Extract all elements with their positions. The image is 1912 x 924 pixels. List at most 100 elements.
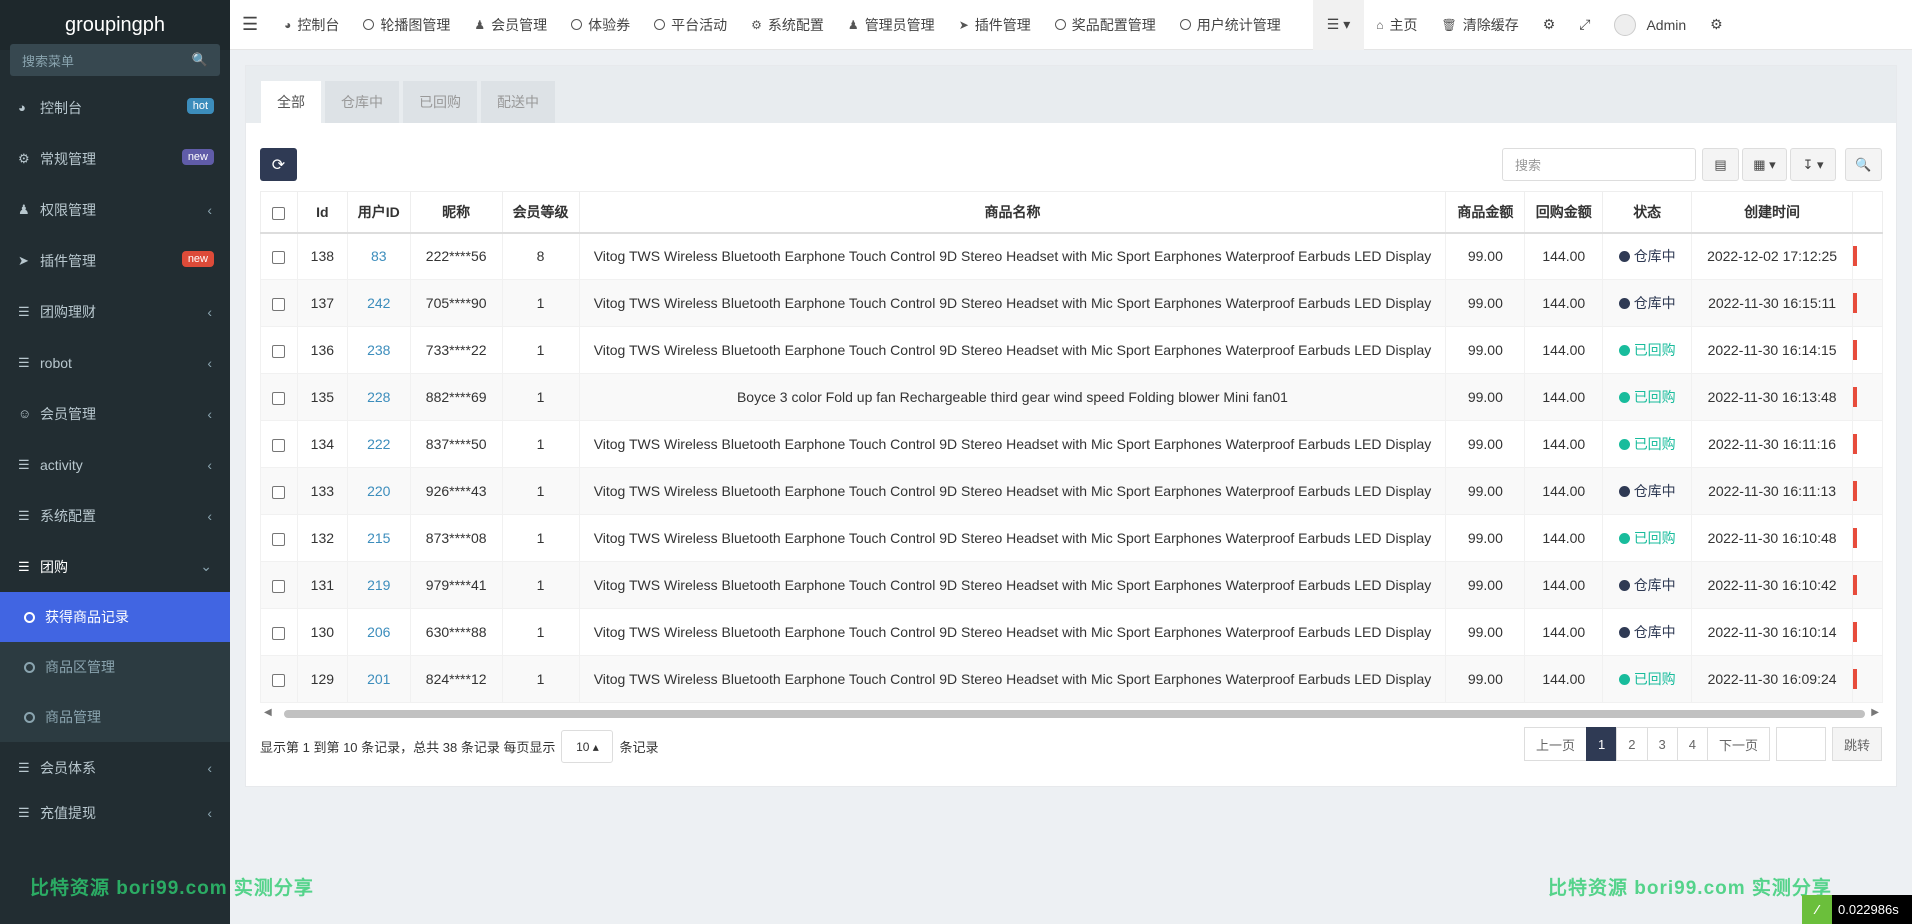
- row-checkbox[interactable]: [272, 485, 286, 499]
- sidebar-item[interactable]: ☰ activity ‹: [0, 439, 230, 490]
- topnav-item[interactable]: ⚙ 系统配置: [739, 0, 836, 50]
- delete-button[interactable]: [1853, 293, 1858, 313]
- row-checkbox[interactable]: [272, 579, 286, 593]
- delete-button[interactable]: [1853, 575, 1858, 595]
- sidebar-item[interactable]: ☺ 会员管理 ‹: [0, 388, 230, 439]
- settings-gear-icon[interactable]: ⚙: [1698, 0, 1735, 50]
- user-id-link[interactable]: 242: [367, 295, 390, 311]
- topnav-item[interactable]: 用户统计管理: [1168, 0, 1293, 50]
- table-search-input[interactable]: 搜索: [1502, 148, 1696, 181]
- delete-button[interactable]: [1853, 669, 1858, 689]
- row-checkbox[interactable]: [272, 344, 286, 358]
- app-logo[interactable]: groupingph: [0, 0, 230, 50]
- sidebar-item[interactable]: ➤ 插件管理 new: [0, 235, 230, 286]
- topnav-item[interactable]: ➤ 插件管理: [947, 0, 1043, 50]
- row-checkbox[interactable]: [272, 438, 286, 452]
- topnav-item[interactable]: 奖品配置管理: [1043, 0, 1168, 50]
- sidebar-subitem[interactable]: 商品区管理: [0, 642, 230, 692]
- user-id-link[interactable]: 215: [367, 530, 390, 546]
- page-number-button[interactable]: 3: [1646, 727, 1678, 761]
- delete-button[interactable]: [1853, 340, 1858, 360]
- sidebar-item[interactable]: ♟ 权限管理 ‹: [0, 184, 230, 235]
- sidebar-subitem[interactable]: 商品管理: [0, 692, 230, 742]
- page-size-select[interactable]: 10 ▴: [561, 730, 614, 763]
- clear-cache-button[interactable]: 🗑 清除缓存: [1429, 0, 1530, 50]
- scroll-right-icon[interactable]: ▶: [1871, 707, 1879, 718]
- sidebar-toggle-icon[interactable]: ☰: [230, 0, 272, 50]
- user-id-link[interactable]: 219: [367, 577, 390, 593]
- column-header[interactable]: 创建时间: [1691, 191, 1854, 234]
- sidebar-item[interactable]: ☰ 会员体系 ‹: [0, 742, 230, 793]
- row-checkbox[interactable]: [272, 251, 286, 265]
- topnav-item[interactable]: ◕ 控制台: [272, 0, 351, 50]
- column-header[interactable]: 昵称: [409, 191, 503, 234]
- sidebar-item[interactable]: ☰ 团购理财 ‹: [0, 286, 230, 337]
- column-header[interactable]: 回购金额: [1524, 191, 1604, 234]
- delete-button[interactable]: [1853, 622, 1858, 642]
- prev-page-button[interactable]: 上一页: [1524, 727, 1588, 761]
- delete-button[interactable]: [1853, 528, 1858, 548]
- user-id-link[interactable]: 201: [367, 671, 390, 687]
- toggle-view-button[interactable]: ▤: [1702, 148, 1739, 181]
- select-all-checkbox[interactable]: [272, 206, 286, 220]
- row-checkbox[interactable]: [272, 626, 286, 640]
- column-header[interactable]: Id: [296, 191, 348, 234]
- column-header[interactable]: 用户ID: [346, 191, 411, 234]
- user-id-link[interactable]: 206: [367, 624, 390, 640]
- row-checkbox[interactable]: [272, 391, 286, 405]
- page-number-button[interactable]: 4: [1676, 727, 1708, 761]
- topnav-item[interactable]: ♟ 管理员管理: [836, 0, 947, 50]
- table-row[interactable]: 131 219 979****41 1 Vitog TWS Wireless Bluet…: [260, 561, 1883, 609]
- table-row[interactable]: 137 242 705****90 1 Vitog TWS Wireless Bluet…: [260, 279, 1883, 327]
- sidebar-item[interactable]: ☰ 团购 ⌄: [0, 541, 230, 592]
- column-header[interactable]: 会员等级: [501, 191, 580, 234]
- user-id-link[interactable]: 220: [367, 483, 390, 499]
- topnav-item[interactable]: ♟ 会员管理: [462, 0, 559, 50]
- column-header[interactable]: 商品名称: [578, 191, 1447, 234]
- user-id-link[interactable]: 222: [367, 436, 390, 452]
- delete-button[interactable]: [1853, 387, 1858, 407]
- page-number-button[interactable]: 2: [1616, 727, 1648, 761]
- next-page-button[interactable]: 下一页: [1706, 727, 1770, 761]
- user-id-link[interactable]: 238: [367, 342, 390, 358]
- tab-item[interactable]: 已回购: [403, 81, 477, 123]
- topnav-item[interactable]: 体验券: [559, 0, 642, 50]
- sidebar-item[interactable]: ☰ 充值提现 ‹: [0, 793, 230, 833]
- table-row[interactable]: 134 222 837****50 1 Vitog TWS Wireless Bluet…: [260, 420, 1883, 468]
- page-number-button[interactable]: 1: [1586, 727, 1618, 761]
- user-menu[interactable]: Admin: [1602, 0, 1698, 50]
- menu-search[interactable]: 搜索菜单 🔍: [10, 44, 220, 76]
- row-checkbox[interactable]: [272, 673, 286, 687]
- horizontal-scrollbar[interactable]: ◀ ▶: [260, 706, 1883, 720]
- user-id-link[interactable]: 83: [371, 248, 387, 264]
- export-dropdown-button[interactable]: ↧ ▾: [1790, 148, 1836, 181]
- column-header[interactable]: 状态: [1602, 191, 1693, 234]
- sidebar-item[interactable]: ◕ 控制台 hot: [0, 82, 230, 133]
- column-header[interactable]: 商品金额: [1445, 191, 1526, 234]
- sidebar-item[interactable]: ☰ 系统配置 ‹: [0, 490, 230, 541]
- topnav-item[interactable]: 轮播图管理: [351, 0, 462, 50]
- delete-button[interactable]: [1853, 246, 1858, 267]
- sidebar-item[interactable]: ☰ robot ‹: [0, 337, 230, 388]
- table-row[interactable]: 138 83 222****56 8 Vitog TWS Wireless Blueto…: [260, 232, 1883, 280]
- refresh-button[interactable]: ⟳: [260, 148, 297, 181]
- delete-button[interactable]: [1853, 481, 1858, 501]
- home-link[interactable]: ⌂ 主页: [1364, 0, 1429, 50]
- sidebar-subitem[interactable]: 获得商品记录: [0, 592, 230, 642]
- scroll-left-icon[interactable]: ◀: [264, 707, 272, 718]
- tab-item[interactable]: 仓库中: [325, 81, 399, 123]
- row-checkbox[interactable]: [272, 532, 286, 546]
- table-row[interactable]: 132 215 873****08 1 Vitog TWS Wireless Bluet…: [260, 514, 1883, 562]
- fullscreen-icon[interactable]: ⤢: [1567, 0, 1602, 50]
- columns-dropdown-button[interactable]: ▦ ▾: [1742, 148, 1787, 181]
- jump-button[interactable]: 跳转: [1831, 727, 1882, 761]
- menu-dropdown[interactable]: ☰ ▾: [1312, 0, 1365, 50]
- delete-button[interactable]: [1853, 434, 1858, 454]
- menu-search-input[interactable]: 搜索菜单: [22, 51, 74, 70]
- search-button[interactable]: 🔍: [1845, 148, 1882, 181]
- topnav-item[interactable]: 平台活动: [642, 0, 739, 50]
- search-icon[interactable]: 🔍: [192, 52, 208, 68]
- table-row[interactable]: 130 206 630****88 1 Vitog TWS Wireless Bluet…: [260, 608, 1883, 656]
- sidebar-item[interactable]: ⚙ 常规管理 new: [0, 133, 230, 184]
- table-row[interactable]: 129 201 824****12 1 Vitog TWS Wireless Bluet…: [260, 655, 1883, 703]
